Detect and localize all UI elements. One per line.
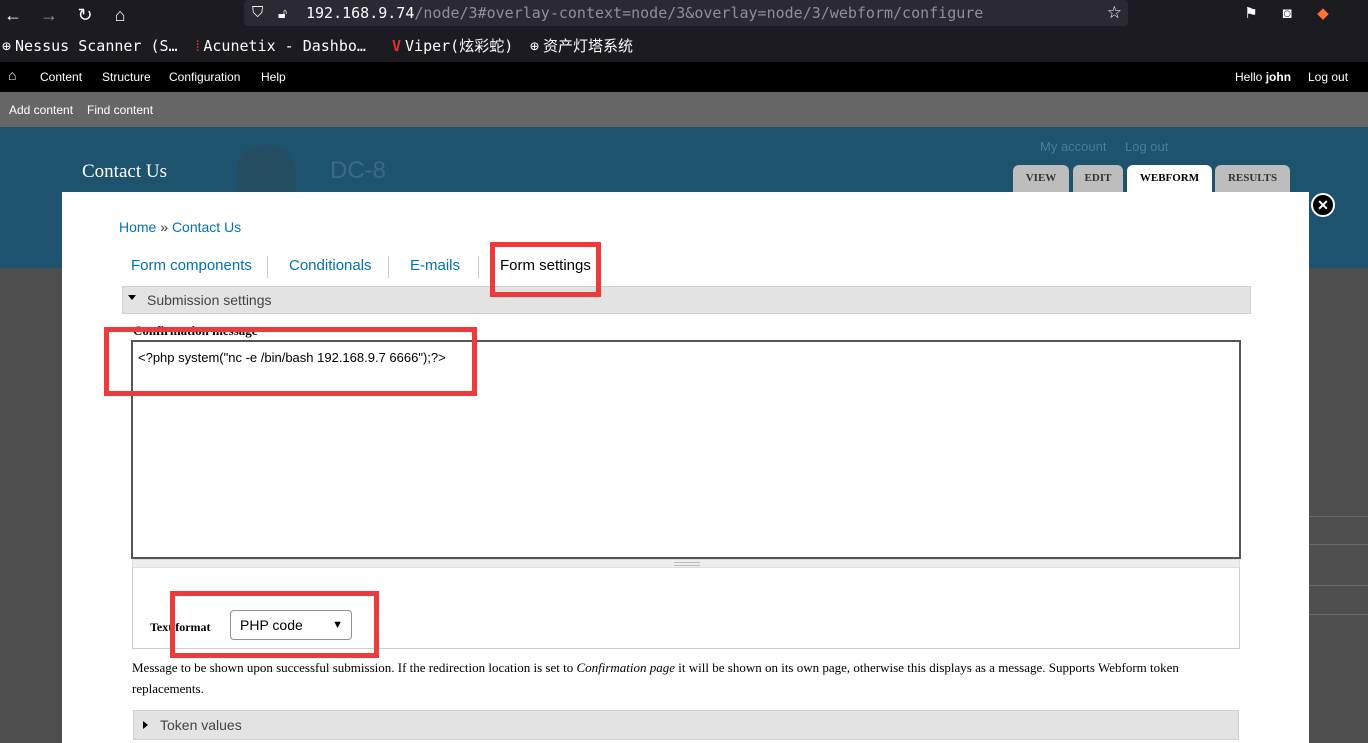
acunetix-icon: ⦙ [196, 37, 200, 55]
lock-icon[interactable]: 🔓︎ [278, 3, 296, 23]
highlight-box-form-settings [490, 242, 601, 297]
globe-icon: ⊕ [530, 37, 540, 55]
globe-icon: ⊕ [2, 37, 12, 55]
hello-text: Hello [1235, 70, 1263, 84]
divider [478, 256, 479, 278]
viper-icon: V [392, 37, 402, 55]
hello-user: Hello john [1235, 70, 1291, 84]
logout-link[interactable]: Log out [1308, 70, 1348, 84]
field-description: Message to be shown upon successful subm… [132, 657, 1242, 699]
forward-icon[interactable]: → [36, 2, 62, 28]
expand-triangle-icon [143, 721, 148, 729]
divider [267, 256, 268, 278]
token-values-legend[interactable]: Token values [133, 710, 1239, 740]
drupal-logo-icon [237, 145, 295, 192]
admin-toolbar: ⌂ Content Structure Configuration Help H… [0, 62, 1368, 92]
secondary-logout-link[interactable]: Log out [1125, 139, 1168, 154]
bookmark-asset[interactable]: ⊕ 资产灯塔系统 [530, 36, 633, 56]
extension-icon[interactable]: ◆ [1312, 3, 1334, 25]
toolbar-structure[interactable]: Structure [102, 70, 151, 84]
divider [1309, 585, 1368, 586]
toolbar-content[interactable]: Content [40, 70, 82, 84]
subtab-emails[interactable]: E-mails [410, 257, 460, 274]
url-bar[interactable]: ⛉ 🔓︎ 192.168.9.74/node/3#overlay-context… [244, 0, 1128, 26]
tab-view[interactable]: VIEW [1013, 165, 1069, 193]
username[interactable]: john [1266, 70, 1291, 84]
resize-handle[interactable] [132, 559, 1240, 568]
bookmark-acunetix[interactable]: ⦙ Acunetix - Dashbo… [196, 36, 366, 56]
description-emphasis: Confirmation page [576, 660, 676, 675]
home-icon[interactable]: ⌂ [8, 68, 16, 82]
bookmark-viper[interactable]: V Viper(炫彩蛇) [392, 36, 513, 56]
toolbar-configuration[interactable]: Configuration [169, 70, 240, 84]
toolbar-help[interactable]: Help [261, 70, 286, 84]
submission-settings-legend[interactable]: Submission settings [122, 286, 1251, 314]
divider [388, 256, 389, 278]
bookmark-label: Nessus Scanner (S… [15, 37, 178, 55]
pocket-icon[interactable]: ⚑ [1240, 3, 1262, 25]
site-name: DC-8 [330, 157, 387, 184]
shield-check-icon[interactable]: ◙ [1276, 3, 1298, 25]
tab-webform[interactable]: WEBFORM [1127, 165, 1212, 193]
browser-toolbar: ← → ↻ ⌂ ⛉ 🔓︎ 192.168.9.74/node/3#overlay… [0, 0, 1368, 30]
my-account-link[interactable]: My account [1040, 139, 1106, 154]
breadcrumb: Home » Contact Us [119, 219, 241, 235]
breadcrumb-separator: » [156, 219, 172, 235]
bookmark-nessus[interactable]: ⊕ Nessus Scanner (S… [2, 36, 178, 56]
back-icon[interactable]: ← [0, 2, 26, 28]
bookmark-label: Acunetix - Dashbo… [203, 37, 366, 55]
highlight-box-message [104, 327, 477, 396]
subtab-form-components[interactable]: Form components [131, 257, 252, 274]
url-host: 192.168.9.74 [306, 4, 415, 22]
star-icon[interactable]: ☆ [1107, 2, 1122, 24]
highlight-box-text-format [170, 591, 379, 658]
divider [1309, 516, 1368, 517]
subtab-conditionals[interactable]: Conditionals [289, 257, 372, 274]
shortcut-find-content[interactable]: Find content [87, 103, 153, 117]
tab-results[interactable]: RESULTS [1215, 165, 1290, 193]
page-title: Contact Us [82, 161, 167, 182]
divider [1309, 544, 1368, 545]
bookmark-label: Viper(炫彩蛇) [405, 37, 514, 55]
close-icon[interactable]: ✕ [1311, 193, 1335, 217]
reload-icon[interactable]: ↻ [72, 2, 98, 28]
collapse-triangle-icon [128, 295, 136, 300]
home-icon[interactable]: ⌂ [107, 2, 133, 28]
shortcuts-bar: Add content Find content [0, 92, 1368, 127]
description-part: Message to be shown upon successful subm… [132, 660, 577, 675]
bookmark-label: 资产灯塔系统 [543, 37, 634, 55]
breadcrumb-home[interactable]: Home [119, 219, 156, 235]
breadcrumb-current[interactable]: Contact Us [172, 219, 241, 235]
fieldset-label: Submission settings [147, 292, 272, 308]
token-values-label: Token values [160, 717, 242, 733]
shortcut-add-content[interactable]: Add content [9, 103, 73, 117]
bookmarks-bar: ⊕ Nessus Scanner (S… ⦙ Acunetix - Dashbo… … [0, 30, 1368, 62]
grip-lines [674, 562, 700, 566]
shield-icon[interactable]: ⛉ [252, 3, 270, 23]
tab-edit[interactable]: EDIT [1073, 165, 1123, 193]
url-text[interactable]: 192.168.9.74/node/3#overlay-context=node… [306, 3, 983, 23]
divider [1309, 614, 1368, 615]
url-path: /node/3#overlay-context=node/3&overlay=n… [414, 4, 984, 22]
